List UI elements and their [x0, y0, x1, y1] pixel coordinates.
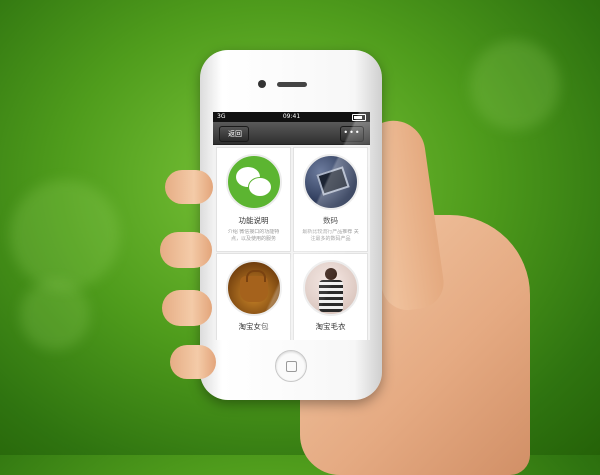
- hand-finger: [162, 290, 212, 326]
- tile-title: 功能说明: [238, 216, 269, 225]
- background-bokeh: [470, 40, 560, 130]
- hand-finger: [170, 345, 216, 379]
- nav-bar: 返回 •••: [213, 122, 370, 145]
- earpiece-speaker: [277, 82, 307, 87]
- wechat-logo-icon: [225, 154, 282, 210]
- status-time: 09:41: [282, 113, 301, 120]
- background-bokeh: [10, 180, 120, 290]
- status-bar: 3G 09:41: [213, 112, 370, 122]
- handbag-photo: [225, 260, 282, 316]
- sweater-model-photo: [302, 260, 359, 316]
- tile-title: 淘宝女包: [238, 322, 269, 331]
- tile-description: 介绍 微信接口的功能特点，以及使用的服务: [227, 229, 280, 242]
- hand-finger: [160, 232, 212, 268]
- tile-title: 数码: [323, 216, 338, 225]
- front-camera: [258, 80, 266, 88]
- back-button[interactable]: 返回: [219, 126, 249, 142]
- tile-taobao-sweaters[interactable]: 淘宝毛衣: [293, 253, 368, 340]
- tile-title: 淘宝毛衣: [315, 322, 346, 331]
- phone-device: 3G 09:41 返回 ••• 功能说明 介绍 微信接口的功能特点，以及使用的服…: [200, 50, 382, 400]
- tile-taobao-bags[interactable]: 淘宝女包: [216, 253, 291, 340]
- tile-description: 最新比较流行产品推荐 关注最多的数码产品: [302, 229, 359, 242]
- home-button[interactable]: [275, 350, 307, 382]
- tile-digital[interactable]: 数码 最新比较流行产品推荐 关注最多的数码产品: [293, 147, 368, 252]
- phone-in-hand-photo: [302, 154, 359, 210]
- hand-finger: [165, 170, 213, 204]
- more-menu-button[interactable]: •••: [340, 126, 364, 142]
- battery-icon: [352, 114, 366, 121]
- phone-screen: 3G 09:41 返回 ••• 功能说明 介绍 微信接口的功能特点，以及使用的服…: [213, 112, 370, 340]
- home-square-icon: [286, 361, 297, 372]
- background-bokeh: [20, 280, 90, 350]
- tile-feature-intro[interactable]: 功能说明 介绍 微信接口的功能特点，以及使用的服务: [216, 147, 291, 252]
